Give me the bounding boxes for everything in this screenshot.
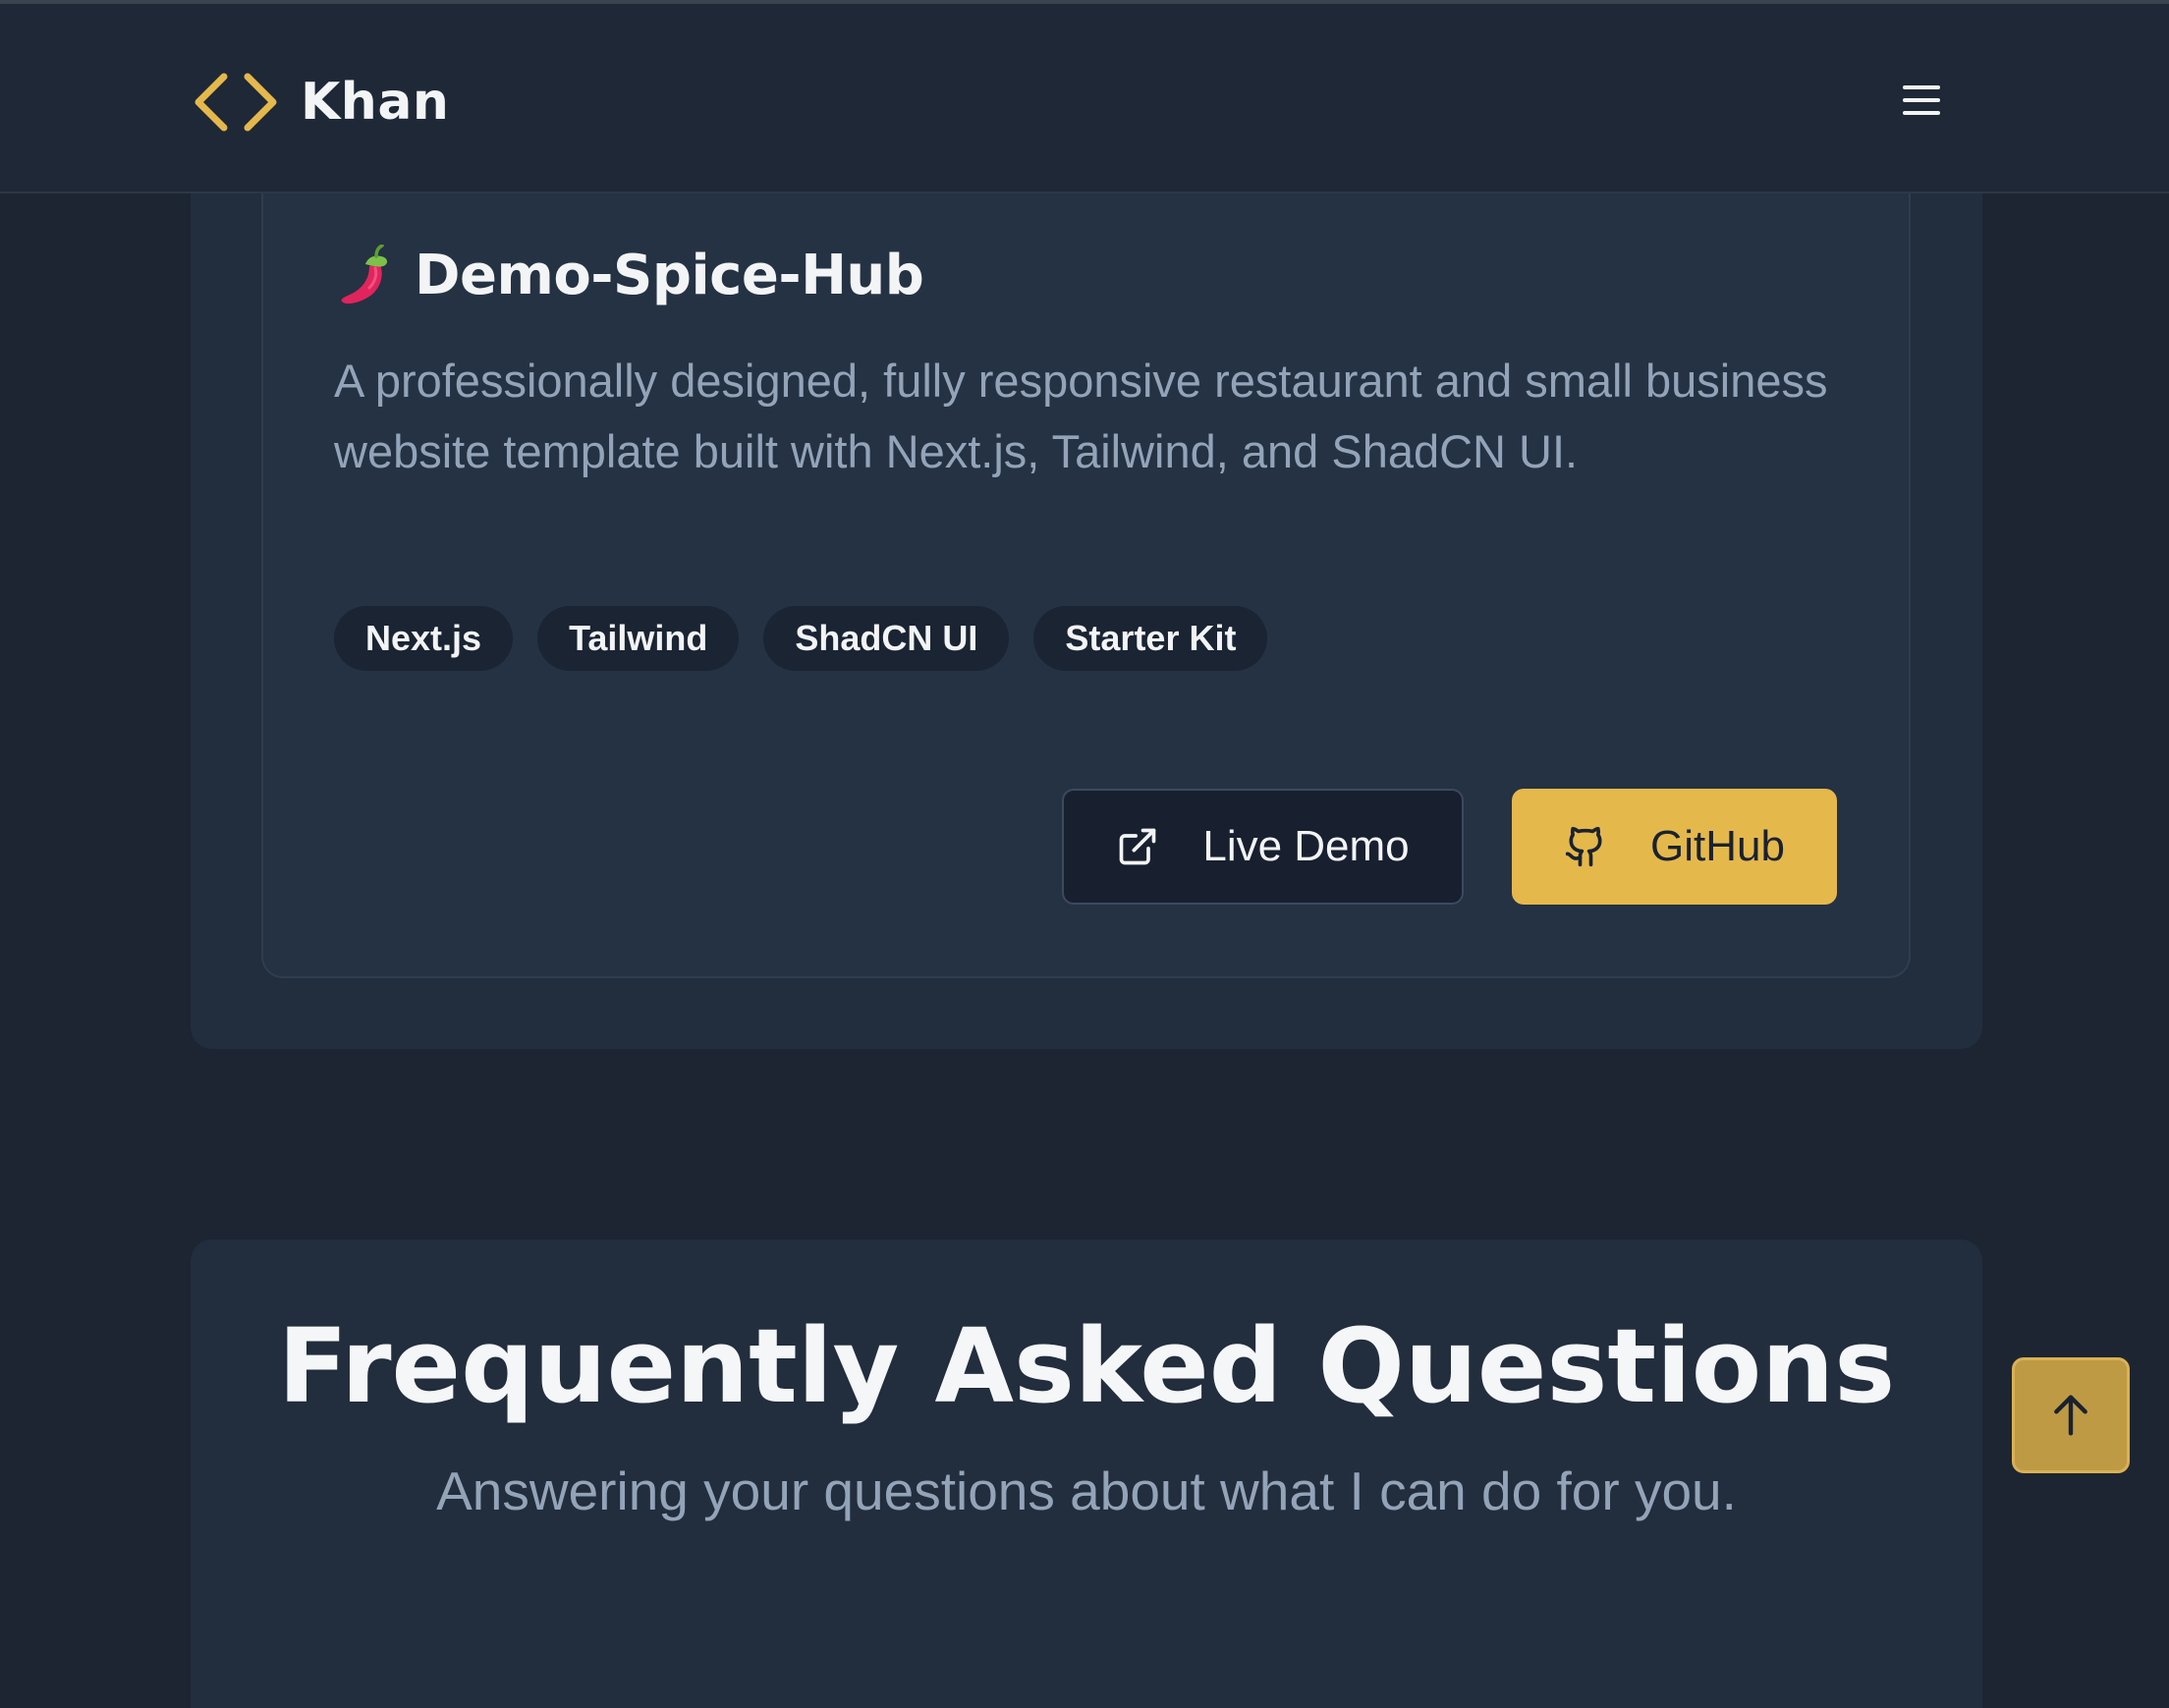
project-title-row: Demo-Spice-Hub: [336, 244, 924, 307]
faq-title: Frequently Asked Questions: [277, 1306, 1896, 1426]
external-link-icon: [1120, 828, 1156, 865]
project-tags: Next.js Tailwind ShadCN UI Starter Kit: [334, 606, 1292, 671]
tag-nextjs: Next.js: [334, 606, 514, 671]
live-demo-label: Live Demo: [1202, 822, 1410, 870]
project-title: Demo-Spice-Hub: [415, 244, 924, 307]
github-label: GitHub: [1650, 822, 1785, 870]
project-description: A professionally designed, fully respons…: [334, 355, 1828, 477]
code-brackets-icon: [195, 73, 277, 132]
brand-logo-link[interactable]: Khan: [189, 69, 449, 136]
live-demo-button[interactable]: Live Demo: [1062, 789, 1464, 905]
arrow-up-icon: [2054, 1395, 2087, 1436]
tag-shadcn-ui: ShadCN UI: [763, 606, 1010, 671]
chili-pepper-icon: [341, 244, 388, 303]
github-icon: [1565, 826, 1602, 867]
site-header: Khan: [0, 4, 2169, 193]
faq-subtitle: Answering your questions about what I ca…: [436, 1460, 1737, 1521]
page: Khan Demo-Spice-Hub A professionally des…: [0, 0, 2169, 1708]
menu-button[interactable]: [1896, 73, 1947, 128]
hamburger-menu-icon: [1903, 85, 1940, 115]
brand-name: Khan: [301, 73, 450, 132]
tag-tailwind: Tailwind: [537, 606, 740, 671]
github-button[interactable]: GitHub: [1512, 789, 1837, 905]
scroll-to-top-button[interactable]: [2012, 1357, 2130, 1473]
tag-starter-kit: Starter Kit: [1033, 606, 1268, 671]
